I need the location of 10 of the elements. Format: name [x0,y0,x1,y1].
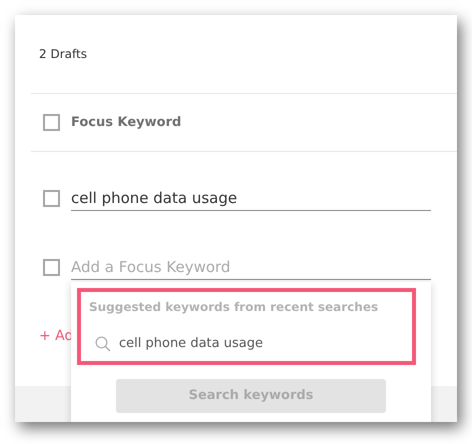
checkbox[interactable] [43,114,60,131]
keyword-field[interactable]: Add a Focus Keyword [71,254,431,280]
checkbox[interactable] [43,258,60,276]
drafts-count: 2 Drafts [39,47,87,61]
suggestions-heading: Suggested keywords from recent searches [89,299,380,316]
checkbox[interactable] [43,190,60,206]
keyword-field[interactable]: cell phone data usage [71,185,431,211]
suggestion-item[interactable]: cell phone data usage [119,334,263,354]
search-icon [95,336,111,352]
column-header: Focus Keyword [71,114,182,132]
